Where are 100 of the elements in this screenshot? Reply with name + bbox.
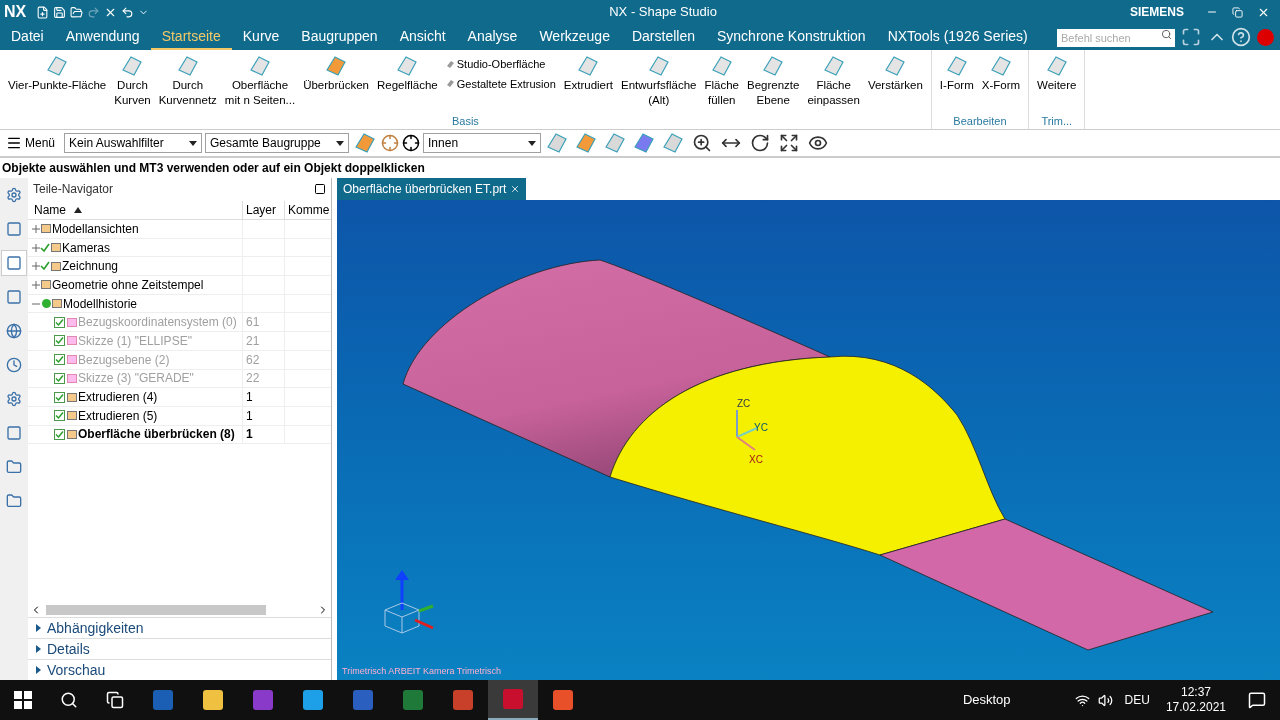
menu-tab[interactable]: Synchrone Konstruktion [706,24,877,50]
section-header[interactable]: Details [47,638,90,660]
ribbon-command[interactable]: Gestaltete Extrusion [445,75,556,92]
section-header[interactable]: Vorschau [47,659,106,681]
checkbox[interactable] [54,354,65,366]
menu-tab[interactable]: Analyse [456,24,529,50]
ribbon-button[interactable]: Extrudiert [559,54,618,113]
fullscreen-icon[interactable] [1181,27,1201,47]
tree-item[interactable]: Geometrie ohne Zeitstempel [52,275,204,294]
expand-icon[interactable] [32,224,40,233]
expand-icon[interactable] [36,645,41,653]
quick-access-icon[interactable] [70,5,84,19]
tool-icon [6,357,22,373]
menu-tab[interactable]: NXTools (1926 Series) [876,24,1039,50]
volume-icon[interactable] [1097,692,1113,708]
expand-icon[interactable] [36,624,41,632]
view-tool-icon[interactable] [750,133,771,153]
ribbon-button[interactable]: Vier-Punkte-Fläche [4,54,111,113]
menu-tab[interactable]: Datei [0,24,55,50]
menu-tab[interactable]: Werkzeuge [528,24,621,50]
expand-icon[interactable] [32,243,40,252]
notification-icon[interactable] [1248,691,1266,709]
clock[interactable]: 12:37 17.02.2021 [1165,685,1226,715]
window-title: NX - Shape Studio [609,3,717,22]
dropdown[interactable]: Kein Auswahlfilter [64,133,203,153]
wifi-icon[interactable] [1074,692,1090,708]
document-tab[interactable]: Oberfläche überbrücken ET.prt [337,178,527,200]
tree-item[interactable]: Kameras [62,238,111,257]
ribbon-button[interactable]: I-Form [935,54,978,113]
quick-access-icon[interactable] [53,5,67,19]
tree-item[interactable]: Extrudieren (5) [78,406,158,425]
checkbox[interactable] [54,372,65,384]
column-header[interactable]: Komme [284,200,331,219]
ribbon-command[interactable]: Studio-Oberfläche [445,56,556,73]
view-tool-icon[interactable] [808,133,829,153]
dropdown[interactable]: Innen [423,133,542,153]
app-icon-tile [403,690,423,710]
node-icon [67,392,77,402]
ribbon-button[interactable]: Verstärken [863,54,927,113]
menu-tab[interactable]: Anwendung [54,24,151,50]
panel-title: Teile-Navigator [33,181,114,198]
ribbon-button[interactable]: Weitere [1033,54,1081,113]
tree-item[interactable]: Extrudieren (4) [78,388,158,407]
quick-access-icon[interactable] [121,5,135,19]
ribbon-button[interactable]: Durch Kurvennetz [154,54,221,113]
ribbon-button[interactable]: Oberfläche mit n Seiten... [220,54,300,113]
toolbar-label[interactable]: Desktop [962,690,1011,710]
section-header[interactable]: Abhängigkeiten [47,617,144,639]
app-icon-tile [253,690,273,710]
dropdown[interactable]: Gesamte Baugruppe [205,133,350,153]
ribbon-button[interactable]: Fläche einpassen [803,54,864,113]
tree-item[interactable]: Zeichnung [62,257,119,276]
language-indicator[interactable]: DEU [1124,691,1150,709]
view-tool-icon[interactable] [779,133,800,153]
ribbon-button[interactable]: Regelfläche [373,54,442,113]
menu-icon[interactable] [6,135,22,151]
checkbox[interactable] [54,428,65,440]
tree-item[interactable]: Modellansichten [52,220,139,238]
restore-icon[interactable] [1232,6,1243,18]
expand-icon[interactable] [32,262,40,271]
menu-tab[interactable]: Startseite [150,24,232,50]
ribbon-button[interactable]: Fläche füllen [700,54,743,113]
menu-tab[interactable]: Darstellen [620,24,706,50]
ribbon-button[interactable]: Durch Kurven [110,54,155,113]
node-icon [67,355,77,365]
expand-icon[interactable] [32,280,40,289]
menu-tab[interactable]: Ansicht [388,24,457,50]
maximize-icon[interactable] [314,183,326,195]
app-icon[interactable] [488,680,538,720]
task-view-icon[interactable] [106,691,124,709]
layer-cell-text: 61 [246,314,260,332]
search-field[interactable]: Befehl suchen [1057,29,1175,47]
viewport[interactable]: ZC YC XC Trimetrisch ARBEIT Kamera Trimetrisch [337,200,1280,680]
checkbox[interactable] [54,316,65,328]
checkbox[interactable] [54,391,65,403]
windows-logo-icon[interactable] [14,691,32,709]
tool-icon [6,255,22,271]
checkbox[interactable] [54,410,65,422]
resource-tab[interactable] [1,250,27,276]
column-header[interactable]: Name [28,200,242,219]
ribbon-button[interactable]: Entwurfsfläche (Alt) [617,54,701,113]
ribbon-button[interactable]: X-Form [977,54,1025,113]
tool-icon [6,425,22,441]
close-icon[interactable] [510,184,521,194]
tree-item[interactable]: Modellhistorie [63,294,138,313]
checkbox[interactable] [54,335,65,347]
tree-item[interactable]: Oberfläche überbrücken (8) [78,425,235,444]
view-tool-icon[interactable] [692,133,713,153]
menu-tab[interactable]: Kurve [231,24,291,50]
ribbon-button[interactable]: Begrenzte Ebene [743,54,804,113]
menu-tab[interactable]: Baugruppen [290,24,389,50]
help-icon[interactable] [1231,27,1251,47]
crosshair-icon[interactable] [402,134,421,152]
group-label: Basis [451,113,479,129]
search-icon[interactable] [60,691,78,709]
quick-access-icon[interactable] [36,5,50,19]
expand-icon[interactable] [36,666,41,674]
column-header[interactable]: Layer [242,200,284,219]
ribbon-button[interactable]: Überbrücken [299,54,373,113]
menu-button[interactable]: Menü [25,134,56,152]
